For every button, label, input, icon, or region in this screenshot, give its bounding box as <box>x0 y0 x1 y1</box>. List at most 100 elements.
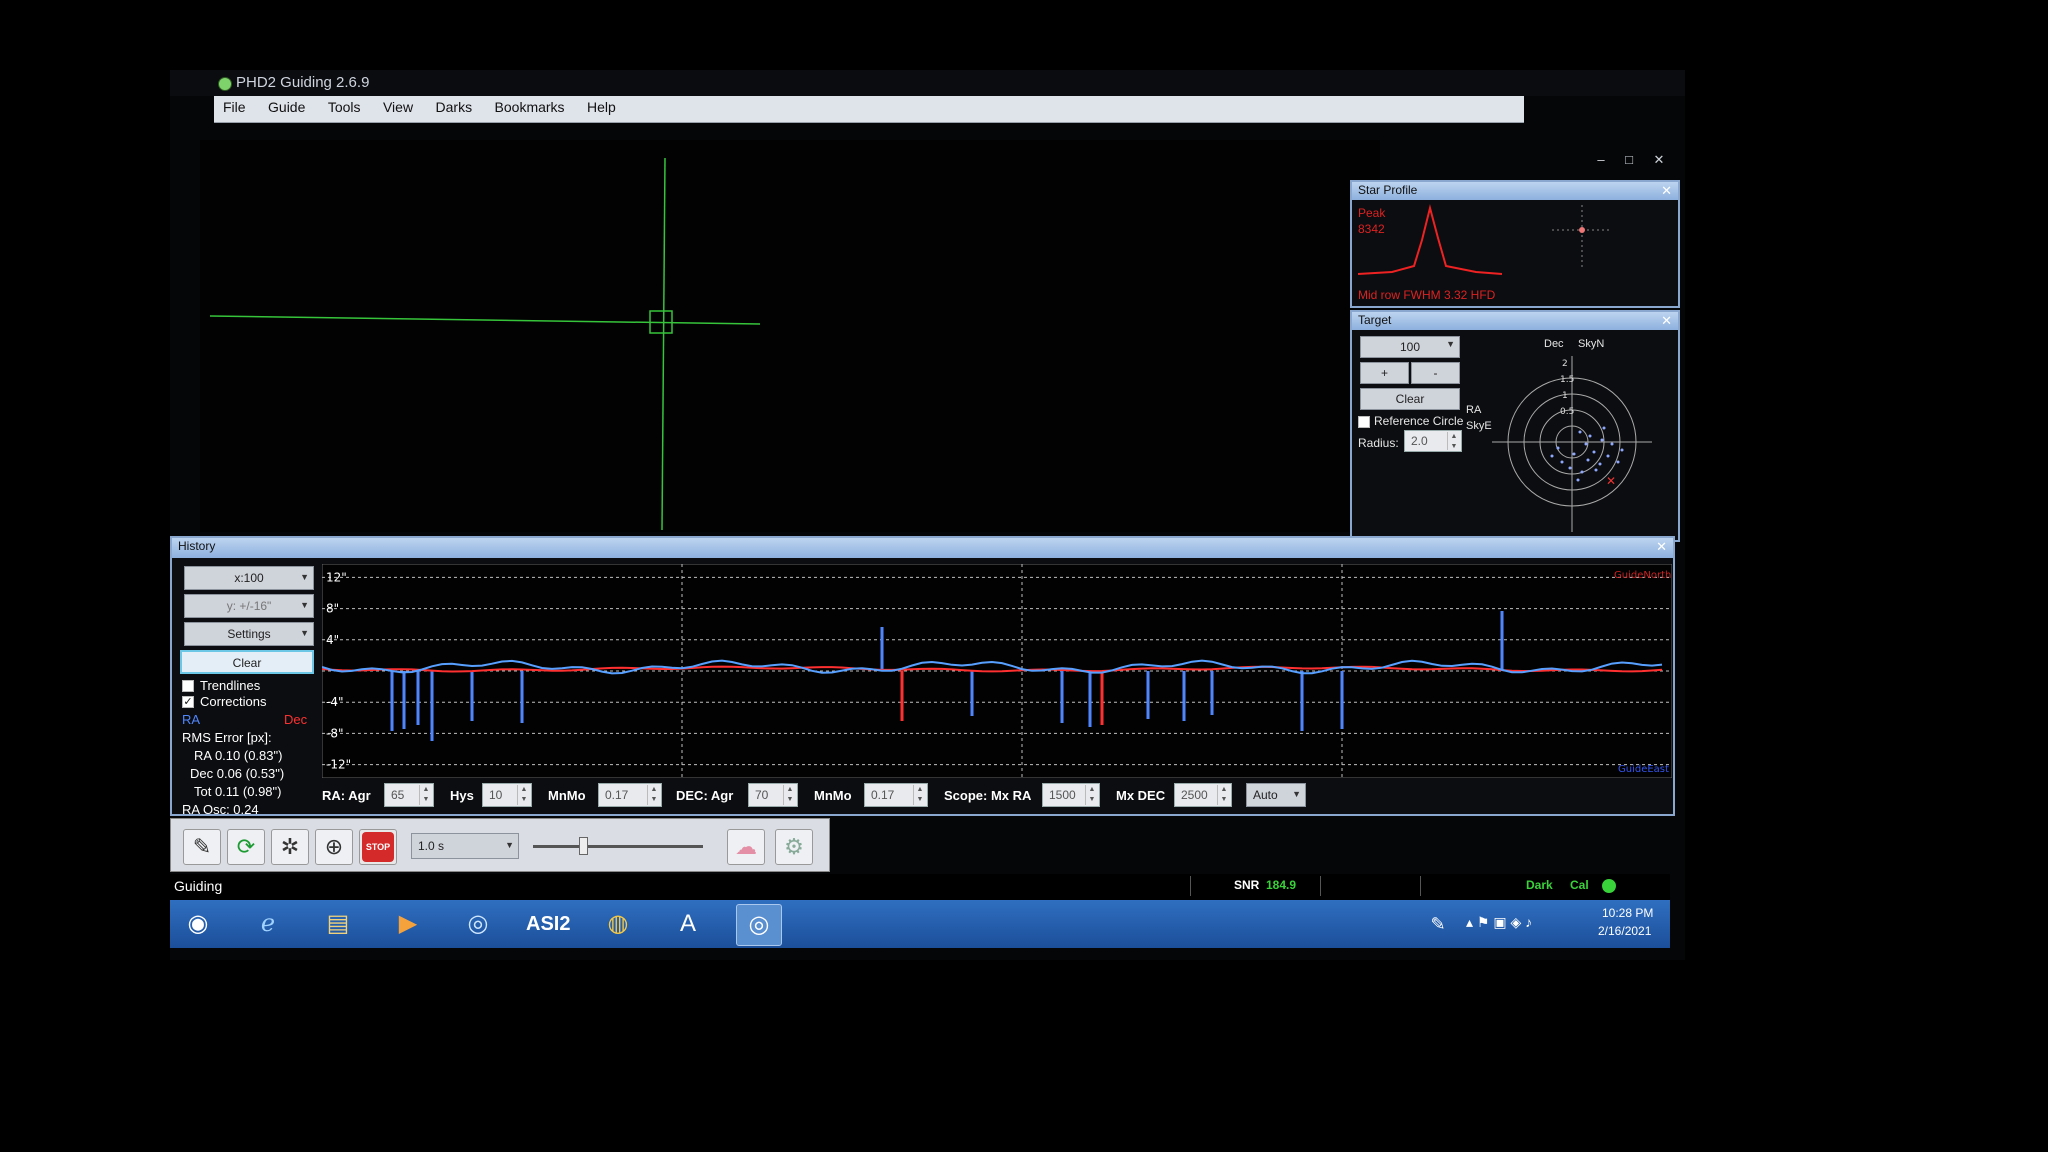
chevron-down-icon: ▼ <box>300 628 309 638</box>
menu-bookmarks[interactable]: Bookmarks <box>486 96 574 118</box>
stop-button[interactable]: STOP <box>359 829 397 865</box>
tray-pen[interactable]: ✎ <box>1416 904 1460 944</box>
scope-mxra-label: Scope: Mx RA <box>944 788 1032 803</box>
dec-mode-value: Auto <box>1253 788 1278 802</box>
camera-gear-icon: ⚙ <box>784 834 804 859</box>
trendlines-checkbox[interactable] <box>182 680 194 692</box>
target-zoom-select[interactable]: 100 ▼ <box>1360 336 1460 358</box>
mxra-spinner[interactable]: 1500 ▲ ▼ <box>1042 783 1100 807</box>
taskbar-app-a[interactable]: A <box>666 904 710 944</box>
cam-settings-button[interactable]: ⚙ <box>775 829 813 865</box>
menu-guide[interactable]: Guide <box>259 96 314 118</box>
history-clear-button[interactable]: Clear <box>180 650 314 674</box>
exposure-select[interactable]: 1.0 s ▼ <box>411 833 519 859</box>
snr-label: SNR <box>1234 878 1260 892</box>
taskbar-chrome[interactable]: ◍ <box>596 904 640 944</box>
stop-icon: STOP <box>362 832 394 862</box>
exposure-value: 1.0 s <box>418 839 445 853</box>
svg-text:✕: ✕ <box>1606 474 1616 488</box>
menu-tools[interactable]: Tools <box>319 96 370 118</box>
taskbar-asi[interactable]: ASI2 <box>526 904 570 944</box>
target-clear-button[interactable]: Clear <box>1360 388 1460 410</box>
radius-label: Radius: <box>1358 436 1399 450</box>
phd2-target-icon: ◎ <box>748 911 770 938</box>
guiding-status: Guiding <box>174 878 223 894</box>
y-tick-label: -4" <box>326 695 343 709</box>
taskbar-app-globe[interactable]: ◎ <box>456 904 500 944</box>
dec-agr-spinner[interactable]: 70 ▲ ▼ <box>748 783 798 807</box>
target-close-icon[interactable]: ✕ <box>1661 313 1672 329</box>
radius-value: 2.0 <box>1411 434 1428 448</box>
y-scale-select[interactable]: y: +/-16" ▼ <box>184 594 314 618</box>
ra-mnmo-spinner[interactable]: 0.17 ▲ ▼ <box>598 783 662 807</box>
monitor-screen: PHD2 Guiding 2.6.9 File Guide Tools View… <box>170 70 1685 960</box>
ra-agr-label: RA: Agr <box>322 788 371 803</box>
brightness-slider[interactable] <box>529 833 711 859</box>
ra-agr-value: 65 <box>391 788 405 802</box>
y-tick-label: -8" <box>326 726 343 740</box>
maximize-button[interactable]: □ <box>1616 152 1642 170</box>
radius-spinner[interactable]: 2.0 ▲ ▼ <box>1404 430 1462 452</box>
menu-view[interactable]: View <box>374 96 422 118</box>
status-bar: Guiding SNR 184.9 Dark Cal <box>170 874 1670 900</box>
taskbar-ie[interactable]: ℯ <box>246 904 290 944</box>
camera-connect-button[interactable]: ✎ <box>183 829 221 865</box>
fwhm-readout: Mid row FWHM 3.32 HFD <box>1358 288 1496 302</box>
history-close-icon[interactable]: ✕ <box>1656 539 1667 555</box>
dec-mnmo-label: MnMo <box>814 788 852 803</box>
corrections-checkbox[interactable]: ✓ <box>182 696 194 708</box>
dec-mnmo-value: 0.17 <box>871 788 895 802</box>
camera-view[interactable] <box>200 140 1380 532</box>
dec-mnmo-spinner[interactable]: 0.17 ▲ ▼ <box>864 783 928 807</box>
history-settings-select[interactable]: Settings ▼ <box>184 622 314 646</box>
target-zoom-out-button[interactable]: - <box>1411 362 1460 384</box>
ra-osc: RA Osc: 0.24 <box>182 802 259 817</box>
brain-settings-button[interactable]: ☁ <box>727 829 765 865</box>
taskbar: ◉ ℯ ▤ ▶ ◎ ASI2 ◍ A ◎ ✎ ▴ ⚑ ▣ ◈ ♪ 10:28 P… <box>170 900 1670 948</box>
minimize-button[interactable]: – <box>1588 152 1614 170</box>
ra-mnmo-label: MnMo <box>548 788 586 803</box>
ring-label-1: 1 <box>1562 391 1568 401</box>
ra-agr-spinner[interactable]: 65 ▲ ▼ <box>384 783 434 807</box>
slider-thumb[interactable] <box>579 837 588 855</box>
tray-date[interactable]: 2/16/2021 <box>1598 924 1651 938</box>
mxdec-spinner[interactable]: 2500 ▲ ▼ <box>1174 783 1232 807</box>
legend-dec: Dec <box>284 712 308 727</box>
settings-label: Settings <box>227 627 271 641</box>
connection-status-icon <box>1602 879 1616 893</box>
menu-darks[interactable]: Darks <box>427 96 482 118</box>
menu-help[interactable]: Help <box>578 96 625 118</box>
slider-track <box>533 845 703 848</box>
mxdec-value: 2500 <box>1181 788 1208 802</box>
star-profile-close-icon[interactable]: ✕ <box>1661 183 1672 199</box>
dark-indicator: Dark <box>1526 878 1553 892</box>
hys-spinner[interactable]: 10 ▲ ▼ <box>482 783 532 807</box>
reference-circle-checkbox[interactable] <box>1358 416 1370 428</box>
mxra-value: 1500 <box>1049 788 1076 802</box>
taskbar-phd2[interactable]: ◎ <box>736 904 782 946</box>
window-title: PHD2 Guiding 2.6.9 <box>236 74 370 91</box>
taskbar-explorer[interactable]: ▤ <box>316 904 360 944</box>
guide-button[interactable]: ⊕ <box>315 829 353 865</box>
tray-time[interactable]: 10:28 PM <box>1602 906 1653 920</box>
hys-value: 10 <box>489 788 503 802</box>
target-zoom-in-button[interactable]: + <box>1360 362 1409 384</box>
trendlines-label: Trendlines <box>200 678 261 693</box>
axis-dec-label: Dec <box>1544 338 1564 350</box>
cal-indicator: Cal <box>1570 878 1589 892</box>
close-button[interactable]: ✕ <box>1646 152 1672 170</box>
tray-arrow-icon[interactable]: ▴ ⚑ ▣ ◈ ♪ <box>1466 914 1532 931</box>
y-tick-label: -12" <box>326 758 351 772</box>
title-bar: PHD2 Guiding 2.6.9 <box>170 70 1685 96</box>
menu-file[interactable]: File <box>214 96 255 118</box>
taskbar-media[interactable]: ▶ <box>386 904 430 944</box>
x-scale-select[interactable]: x:100 ▼ <box>184 566 314 590</box>
media-player-icon: ▶ <box>398 910 418 937</box>
loop-button[interactable]: ⟳ <box>227 829 265 865</box>
start-button[interactable]: ◉ <box>176 904 220 944</box>
dec-agr-label: DEC: Agr <box>676 788 734 803</box>
windows-orb-icon: ◉ <box>187 910 209 937</box>
dec-mode-select[interactable]: Auto ▼ <box>1246 783 1306 807</box>
spinner-arrows-icon: ▲ ▼ <box>647 785 660 805</box>
auto-select-star-button[interactable]: ✲ <box>271 829 309 865</box>
